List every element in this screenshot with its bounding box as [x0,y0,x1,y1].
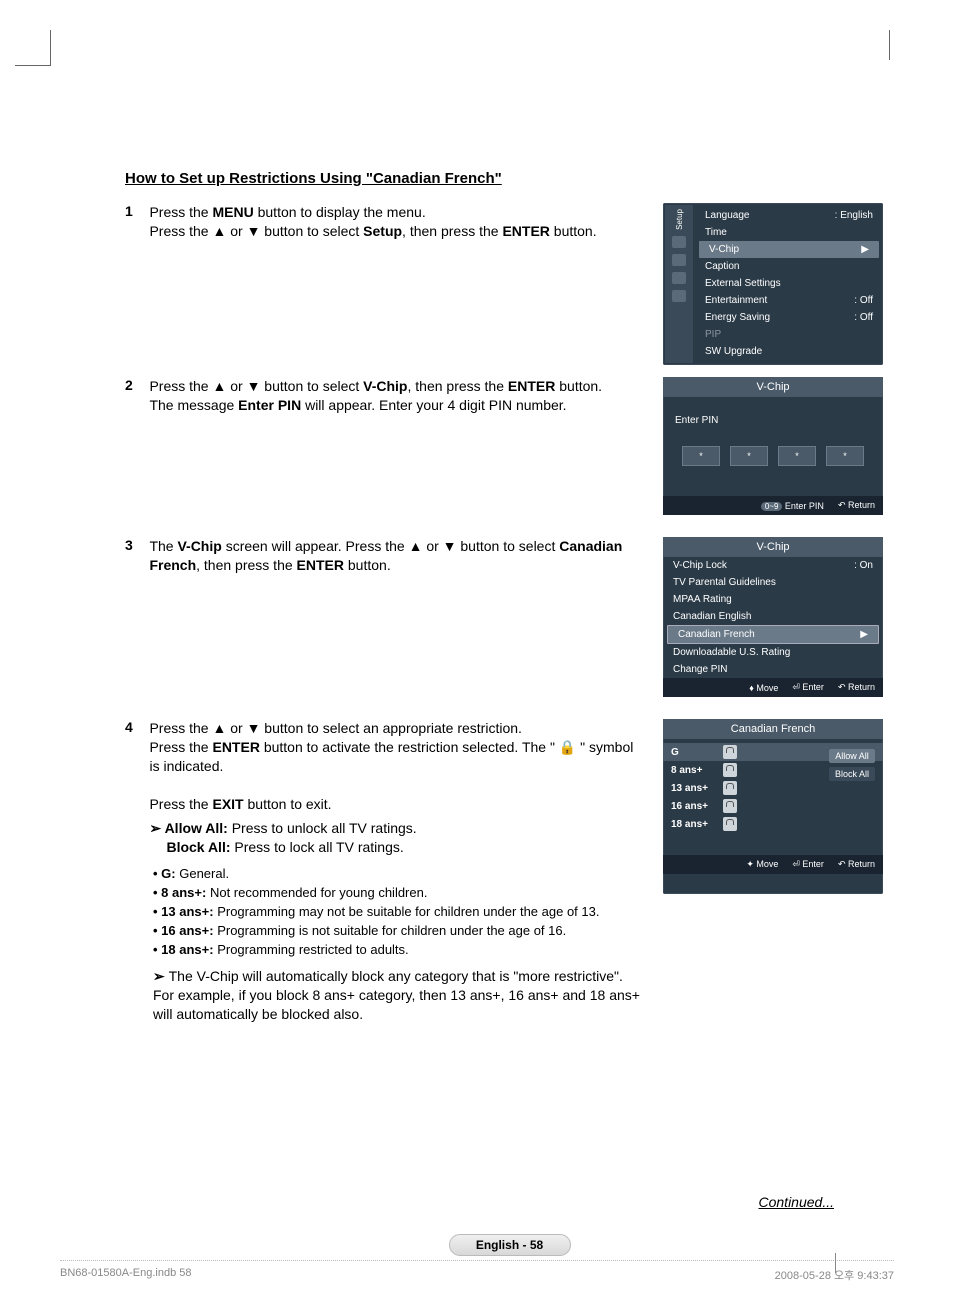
step-number: 4 [125,719,145,735]
pin-label: Enter PIN [663,397,883,434]
menu-item[interactable]: Caption [695,258,883,275]
step-text: Press the MENU button to display the men… [149,203,639,241]
osd-title: V-Chip [663,537,883,557]
menu-item[interactable]: Canadian English [663,608,883,625]
crop-mark [889,30,894,60]
app-icon [672,290,686,302]
menu-item-disabled: PIP [695,326,883,343]
brush-icon [672,236,686,248]
input-icon [672,272,686,284]
menu-item[interactable]: Energy Saving: Off [695,309,883,326]
lock-icon [723,763,737,777]
section-title: How to Set up Restrictions Using "Canadi… [125,170,894,187]
enter-hint: ⏎ Enter [792,682,824,693]
lock-icon [723,799,737,813]
move-hint: ✦ Move [746,859,778,870]
step-text: Press the ▲ or ▼ button to select an app… [149,719,639,857]
step-number: 1 [125,203,145,219]
menu-item[interactable]: Time [695,224,883,241]
page-label: English - 58 [449,1234,571,1256]
crop-mark [15,30,51,66]
return-hint: ↶ Return [838,859,875,870]
return-hint: ↶ Return [838,500,875,511]
rating-row[interactable]: 16 ans+ [663,797,883,815]
pin-digit[interactable]: * [826,446,864,466]
menu-item[interactable]: MPAA Rating [663,591,883,608]
rating-row[interactable]: 18 ans+ [663,815,883,833]
enter-hint: ⏎ Enter [792,859,824,870]
menu-item[interactable]: TV Parental Guidelines [663,574,883,591]
step-text: Press the ▲ or ▼ button to select V-Chip… [149,377,639,415]
move-hint: ♦ Move [749,683,778,693]
return-hint: ↶ Return [838,682,875,693]
page-footer: BN68-01580A-Eng.indb 58 2008-05-28 오후 9:… [60,1260,894,1283]
osd-canadian-french: Canadian French G 8 ans+ 13 ans+ 16 ans+… [663,719,883,894]
menu-item[interactable]: External Settings [695,275,883,292]
menu-item-selected[interactable]: V-Chip▶ [699,241,879,258]
rating-row[interactable]: 13 ans+ [663,779,883,797]
pin-digit[interactable]: * [778,446,816,466]
step-number: 3 [125,537,145,553]
osd-setup-menu: Setup Language: English Time V-Chip▶ Cap… [663,203,883,365]
menu-item[interactable]: Entertainment: Off [695,292,883,309]
osd-enter-pin: V-Chip Enter PIN * * * * 0~9 Enter PIN ↶… [663,377,883,515]
menu-item-selected[interactable]: Canadian French▶ [667,625,879,644]
continued-label: Continued... [125,1194,834,1210]
block-all-button[interactable]: Block All [829,767,875,781]
step-text: The V-Chip screen will appear. Press the… [149,537,639,575]
footer-left: BN68-01580A-Eng.indb 58 [60,1267,191,1283]
key-hint: 0~9 [761,502,783,511]
lock-icon [723,817,737,831]
chevron-right-icon: ▶ [861,244,869,255]
ratings-list: G: General. 8 ans+: Not recommended for … [153,865,645,959]
menu-item[interactable]: Downloadable U.S. Rating [663,644,883,661]
menu-item[interactable]: V-Chip Lock: On [663,557,883,574]
pin-digit[interactable]: * [730,446,768,466]
osd-title: V-Chip [663,377,883,397]
menu-item[interactable]: Language: English [695,207,883,224]
menu-item[interactable]: Change PIN [663,661,883,678]
lock-icon [723,781,737,795]
allow-all-button[interactable]: Allow All [829,749,875,763]
osd-title: Canadian French [663,719,883,739]
gear-icon [672,254,686,266]
osd-vchip-menu: V-Chip V-Chip Lock: On TV Parental Guide… [663,537,883,697]
osd-tab-label: Setup [675,209,684,230]
menu-item[interactable]: SW Upgrade [695,343,883,360]
pin-digit[interactable]: * [682,446,720,466]
step-number: 2 [125,377,145,393]
lock-icon [723,745,737,759]
note-text: The V-Chip will automatically block any … [153,968,640,1022]
chevron-right-icon: ▶ [860,629,868,640]
